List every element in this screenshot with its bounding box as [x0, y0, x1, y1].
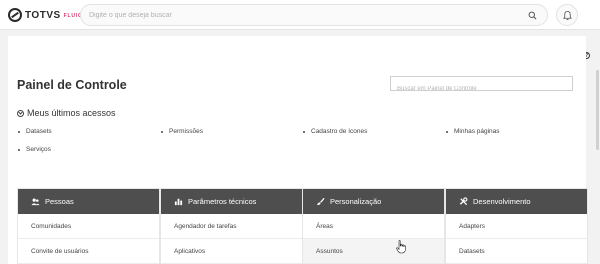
card-header-personalizacao[interactable]: Personalização: [303, 189, 444, 214]
tools-icon: [459, 197, 468, 206]
card-item-comunidades[interactable]: Comunidades: [18, 214, 159, 239]
card-header-parametros-tecnicos[interactable]: Parâmetros técnicos: [161, 189, 302, 214]
recent-link-permissoes[interactable]: Permissões: [161, 128, 203, 135]
global-search-input[interactable]: [89, 8, 509, 23]
totvs-fluig-logo[interactable]: TOTVS FLUIG: [8, 7, 83, 23]
card-item-aplicativos[interactable]: Aplicativos: [161, 239, 302, 264]
card-title-pessoas: Pessoas: [45, 197, 74, 206]
panel-search-input[interactable]: [391, 82, 572, 96]
card-item-adapters[interactable]: Adapters: [446, 214, 587, 239]
recent-accesses-toggle[interactable]: Meus últimos acessos: [17, 108, 116, 118]
scrollbar-thumb[interactable]: [596, 70, 599, 150]
logo-text: TOTVS: [25, 9, 61, 21]
recent-link-servicos[interactable]: Serviços: [18, 146, 51, 153]
card-pessoas: Pessoas Comunidades Convite de usuários: [17, 188, 160, 264]
page-title: Painel de Controle: [17, 78, 127, 92]
people-icon: [31, 198, 40, 206]
card-header-desenvolvimento[interactable]: Desenvolvimento: [446, 189, 587, 214]
recent-link-datasets[interactable]: Datasets: [18, 128, 52, 135]
card-item-agendador-tarefas[interactable]: Agendador de tarefas: [161, 214, 302, 239]
brush-icon: [316, 197, 325, 206]
chevron-down-circle-icon: [17, 109, 24, 117]
notifications-button[interactable]: [556, 4, 578, 26]
bar-chart-icon: [174, 198, 183, 206]
card-title-personalizacao: Personalização: [330, 197, 382, 206]
card-desenvolvimento: Desenvolvimento Adapters Datasets: [445, 188, 588, 264]
recent-link-minhas-paginas[interactable]: Minhas páginas: [446, 128, 500, 135]
card-parametros-tecnicos: Parâmetros técnicos Agendador de tarefas…: [160, 188, 303, 264]
recent-accesses-label: Meus últimos acessos: [27, 108, 116, 118]
global-search: [80, 4, 548, 26]
top-bar: TOTVS FLUIG: [0, 0, 600, 30]
hand-cursor-icon: [396, 240, 406, 254]
bell-icon: [563, 10, 572, 21]
card-title-desenvolvimento: Desenvolvimento: [473, 197, 531, 206]
card-header-pessoas[interactable]: Pessoas: [18, 189, 159, 214]
logo-icon: [8, 8, 22, 22]
recent-link-cadastro-icones[interactable]: Cadastro de ícones: [302, 128, 367, 135]
card-item-datasets[interactable]: Datasets: [446, 239, 587, 264]
search-icon[interactable]: [528, 11, 537, 20]
panel-search: [390, 76, 573, 96]
card-title-parametros-tecnicos: Parâmetros técnicos: [188, 197, 257, 206]
card-item-convite-usuarios[interactable]: Convite de usuários: [18, 239, 159, 264]
card-item-assuntos[interactable]: Assuntos: [303, 239, 444, 264]
card-item-areas[interactable]: Áreas: [303, 214, 444, 239]
card-personalizacao: Personalização Áreas Assuntos: [302, 188, 445, 264]
